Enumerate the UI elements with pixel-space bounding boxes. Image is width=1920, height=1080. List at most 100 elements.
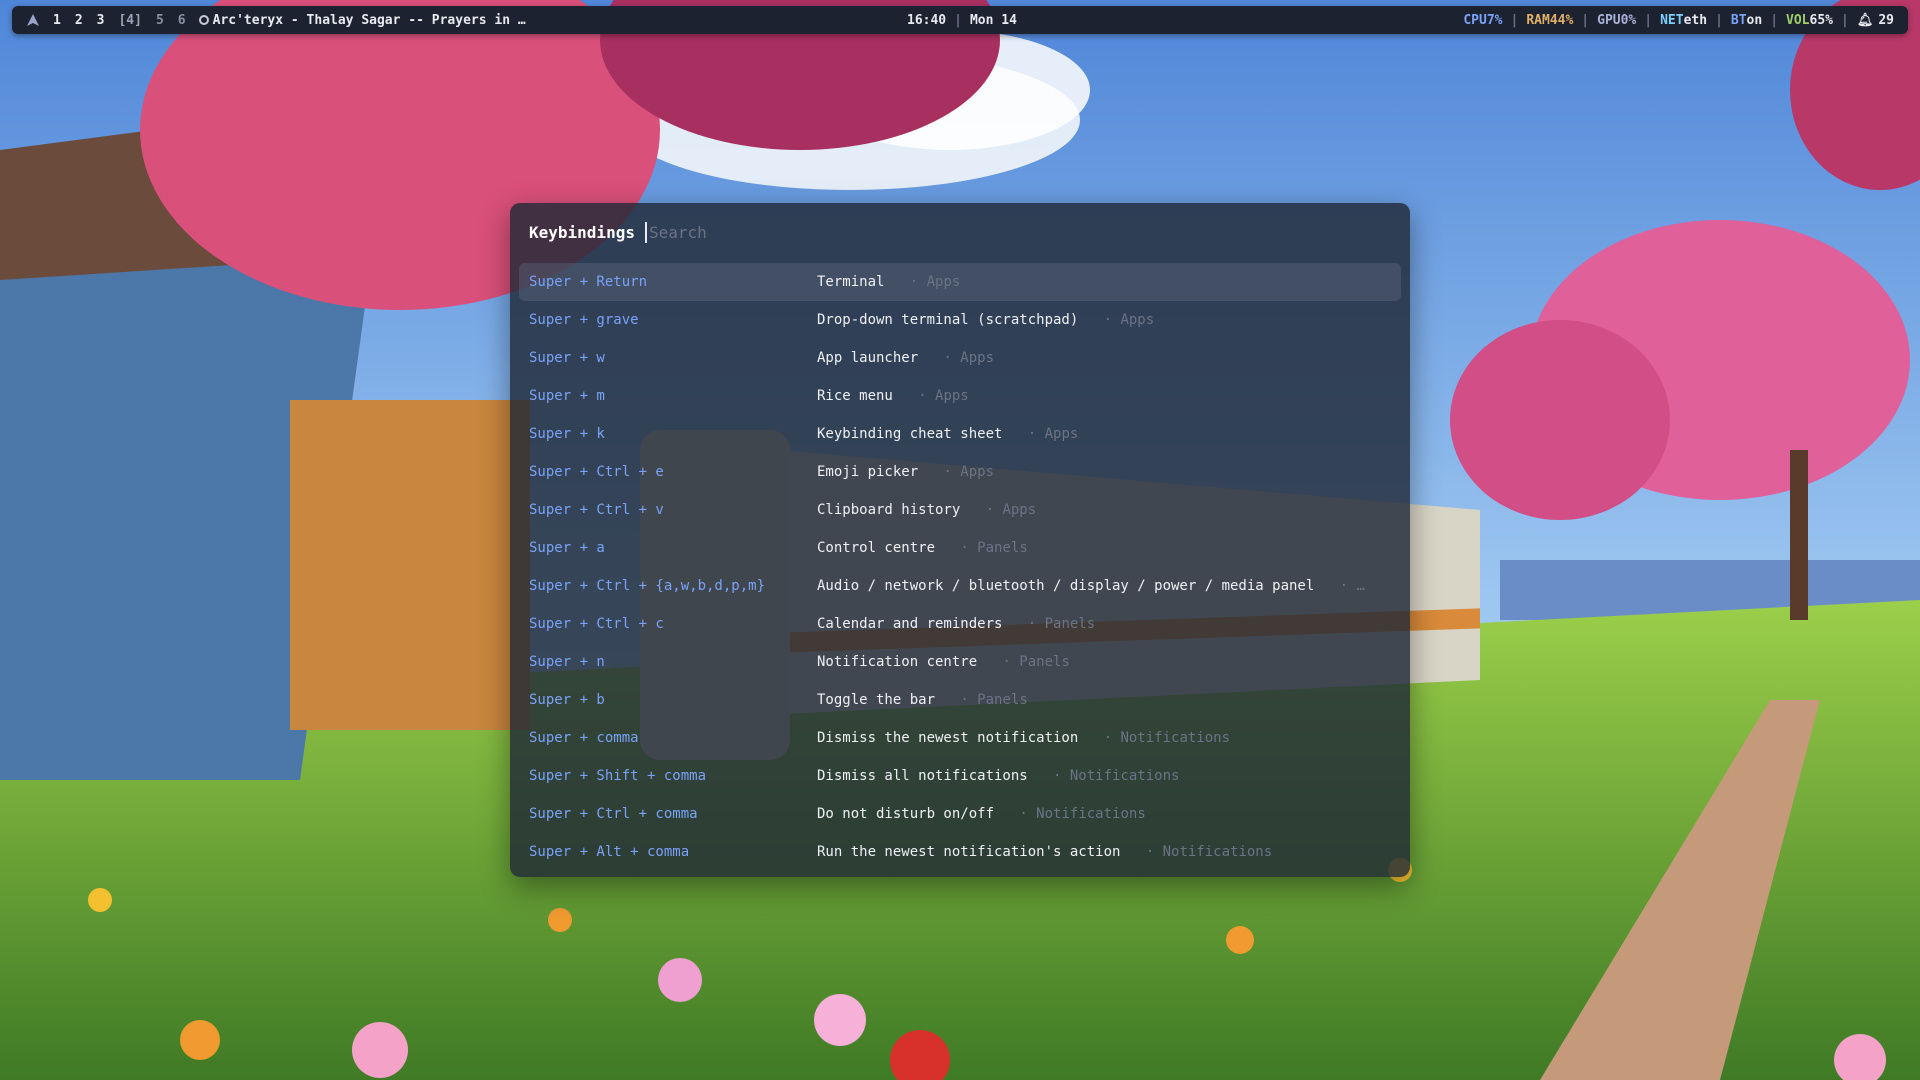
keybinding-action: Dismiss all notifications: [817, 768, 1028, 784]
keybinding-category: · …: [1339, 578, 1365, 594]
keybinding-action: Toggle the bar: [817, 692, 936, 708]
bt-label: BT: [1730, 12, 1747, 28]
vol-value[interactable]: 65%: [1810, 13, 1833, 28]
workspace-5[interactable]: 5: [149, 13, 171, 28]
keybinding-action: Calendar and reminders: [817, 616, 1003, 632]
keybinding-description: Notification centre · Panels: [817, 654, 1070, 670]
workspace-1[interactable]: 1: [46, 13, 68, 28]
keybinding-category: · Panels: [960, 692, 1028, 708]
keybinding-action: Notification centre: [817, 654, 978, 670]
keybinding-category: · Panels: [960, 540, 1028, 556]
keybinding-keys: Super + w: [529, 350, 605, 366]
panel-header: Keybindings: [529, 219, 1051, 245]
keybinding-description: Drop-down terminal (scratchpad) · Apps: [817, 312, 1154, 328]
keybinding-keys: Super + Shift + comma: [529, 768, 707, 784]
keybinding-action: Dismiss the newest notification: [817, 730, 1079, 746]
workspace-6[interactable]: 6: [171, 13, 193, 28]
keybinding-action: App launcher: [817, 350, 919, 366]
top-status-bar: 1 2 3 [4] 5 6 Arc'teryx - Thalay Sagar -…: [12, 6, 1908, 34]
keybinding-action: Do not disturb on/off: [817, 806, 995, 822]
keybinding-row[interactable]: Super + Ctrl + comma Do not disturb on/of…: [519, 795, 1401, 833]
keybinding-row[interactable]: Super + comma Dismiss the newest notifica…: [519, 719, 1401, 757]
search-input[interactable]: [644, 221, 1051, 243]
keybinding-keys: Super + n: [529, 654, 605, 670]
keybinding-row[interactable]: Super + grave Drop-down terminal (scratch…: [519, 301, 1401, 339]
keybinding-keys: Super + m: [529, 388, 605, 404]
keybinding-category: · Notifications: [1053, 768, 1180, 784]
bell-icon: 🔔︎: [1856, 12, 1874, 28]
keybinding-action: Run the newest notification's action: [817, 844, 1121, 860]
keybinding-category: · Apps: [918, 388, 969, 404]
keybinding-keys: Super + comma: [529, 730, 639, 746]
keybinding-action: Audio / network / bluetooth / display / …: [817, 578, 1315, 594]
keybinding-row[interactable]: Super + Alt + comma Run the newest notifi…: [519, 833, 1401, 871]
keybinding-action: Terminal: [817, 274, 885, 290]
keybinding-keys: Super + Alt + comma: [529, 844, 690, 860]
keybinding-category: · Apps: [943, 350, 995, 366]
keybinding-row[interactable]: Super + b Toggle the bar · Panels: [519, 681, 1401, 719]
notification-count: 29: [1878, 12, 1894, 28]
keybinding-keys: Super + Ctrl + comma: [529, 806, 698, 822]
bt-value[interactable]: on: [1747, 13, 1763, 28]
keybinding-description: Audio / network / bluetooth / display / …: [817, 578, 1365, 594]
net-value[interactable]: eth: [1684, 13, 1707, 28]
keybinding-keys: Super + grave: [529, 312, 639, 328]
keybinding-category: · Apps: [909, 274, 961, 290]
keybinding-action: Keybinding cheat sheet: [817, 426, 1003, 442]
keybinding-keys: Super + Return: [529, 274, 648, 290]
keybinding-description: App launcher · Apps: [817, 350, 994, 366]
keybinding-action: Emoji picker: [817, 464, 919, 480]
gpu-value: 0%: [1620, 12, 1637, 28]
system-stats: CPU 7% | RAM 44% | GPU 0% | NET eth | BT…: [1463, 12, 1894, 28]
clock[interactable]: 16:40 | Mon 14: [907, 6, 1017, 34]
keybinding-keys: Super + Ctrl + e: [529, 464, 664, 480]
notification-indicator[interactable]: 🔔︎ 29: [1857, 13, 1894, 28]
keybinding-row[interactable]: Super + Shift + comma Dismiss all notific…: [519, 757, 1401, 795]
cpu-label: CPU: [1463, 12, 1487, 28]
keybinding-row[interactable]: Super + n Notification centre · Panels: [519, 643, 1401, 681]
keybinding-category: · Apps: [1027, 426, 1079, 442]
keybinding-row[interactable]: Super + a Control centre · Panels: [519, 529, 1401, 567]
keybinding-row[interactable]: Super + k Keybinding cheat sheet · Apps: [519, 415, 1401, 453]
keybinding-row[interactable]: Super + m Rice menu · Apps: [519, 377, 1401, 415]
ram-label: RAM: [1526, 12, 1550, 28]
keybinding-description: Emoji picker · Apps: [817, 464, 994, 480]
keybinding-description: Clipboard history · Apps: [817, 502, 1036, 518]
keybinding-row[interactable]: Super + w App launcher · Apps: [519, 339, 1401, 377]
keybinding-row[interactable]: Super + Ctrl + e Emoji picker · Apps: [519, 453, 1401, 491]
arch-logo-icon[interactable]: [26, 13, 40, 27]
keybinding-action: Rice menu: [817, 388, 893, 404]
keybinding-action: Drop-down terminal (scratchpad): [817, 312, 1079, 328]
workspace-3[interactable]: 3: [90, 13, 112, 28]
keybinding-category: · Notifications: [1019, 806, 1146, 822]
separator: |: [954, 12, 962, 28]
keybinding-description: Dismiss the newest notification · Notifi…: [817, 730, 1230, 746]
active-window-title: Arc'teryx - Thalay Sagar -- Prayers in …: [212, 12, 526, 28]
keybinding-keys: Super + Ctrl + c: [529, 616, 664, 632]
workspace-4-active[interactable]: [4]: [111, 13, 148, 28]
keybinding-description: Control centre · Panels: [817, 540, 1028, 556]
keybinding-category: · Panels: [1027, 616, 1096, 632]
keybinding-category: · Apps: [1103, 312, 1155, 328]
keybinding-category: · Apps: [985, 502, 1037, 518]
keybinding-row[interactable]: Super + Ctrl + v Clipboard history · Apps: [519, 491, 1401, 529]
keybinding-category: · Apps: [943, 464, 995, 480]
keybinding-row[interactable]: Super + Ctrl + {a,w,b,d,p,m} Audio / netw…: [519, 567, 1401, 605]
workspace-area: 1 2 3 [4] 5 6 Arc'teryx - Thalay Sagar -…: [26, 6, 526, 34]
keybinding-row[interactable]: Super + Return Terminal · Apps: [519, 263, 1401, 301]
clock-date: Mon 14: [969, 12, 1017, 28]
keybinding-row[interactable]: Super + Ctrl + c Calendar and reminders ·…: [519, 605, 1401, 643]
workspace-2[interactable]: 2: [68, 13, 90, 28]
keybinding-description: Calendar and reminders · Panels: [817, 616, 1095, 632]
keybinding-category: · Panels: [1002, 654, 1070, 670]
panel-title: Keybindings: [529, 222, 635, 242]
clock-time: 16:40: [907, 12, 947, 28]
keybinding-description: Keybinding cheat sheet · Apps: [817, 426, 1078, 442]
keybinding-action: Control centre: [817, 540, 936, 556]
vol-label: VOL: [1786, 12, 1810, 28]
keybinding-category: · Notifications: [1103, 730, 1231, 746]
keybinding-keys: Super + Ctrl + v: [529, 502, 664, 518]
window-indicator-icon: [198, 15, 209, 25]
keybinding-description: Toggle the bar · Panels: [817, 692, 1028, 708]
gpu-label: GPU: [1597, 12, 1621, 28]
